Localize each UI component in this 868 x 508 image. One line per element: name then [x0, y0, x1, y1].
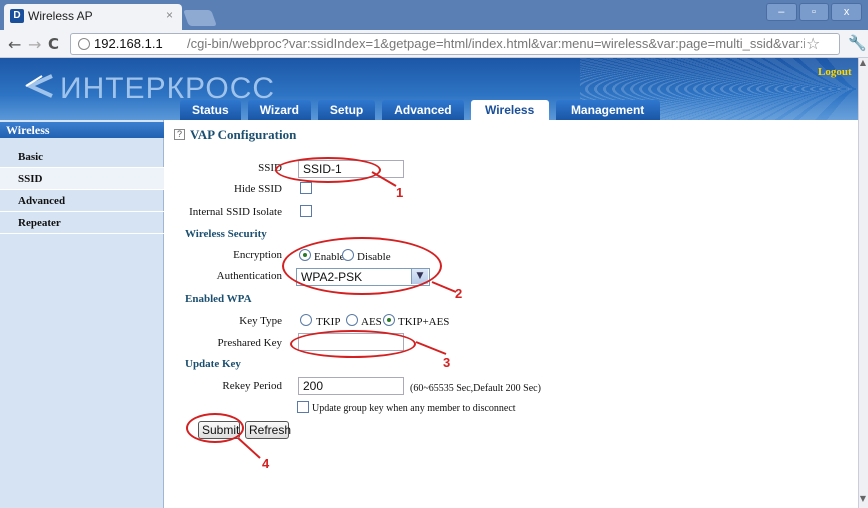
favicon-icon: D — [10, 9, 24, 23]
tab-status[interactable]: Status — [180, 100, 241, 120]
help-icon[interactable]: ? — [174, 129, 185, 140]
tab-advanced[interactable]: Advanced — [382, 100, 464, 120]
page-scrollbar[interactable] — [858, 58, 868, 508]
annotation-number-2: 2 — [455, 286, 463, 301]
keytype-tkip-label: TKIP — [316, 316, 341, 328]
update-group-label: Update group key when any member to disc… — [312, 403, 516, 414]
reload-button[interactable]: C — [48, 35, 59, 53]
forward-button[interactable]: → — [28, 35, 41, 54]
tab-setup[interactable]: Setup — [317, 100, 376, 120]
back-button[interactable]: ← — [8, 35, 21, 54]
scroll-down-icon[interactable]: ▼ — [858, 494, 868, 506]
rekey-note: (60~65535 Sec,Default 200 Sec) — [410, 383, 541, 394]
keytype-aes-radio[interactable] — [346, 314, 358, 326]
keytype-label: Key Type — [239, 315, 282, 327]
keytype-tkip-radio[interactable] — [300, 314, 312, 326]
logo-mark-icon — [25, 74, 53, 98]
rekey-label: Rekey Period — [222, 380, 282, 392]
tab-wizard[interactable]: Wizard — [247, 100, 311, 120]
content-panel — [165, 120, 858, 508]
scroll-up-icon[interactable]: ▲ — [858, 58, 868, 70]
isolate-label: Internal SSID Isolate — [189, 206, 282, 218]
close-window-button[interactable]: x — [831, 3, 863, 21]
sidebar-item-ssid[interactable]: SSID — [0, 168, 164, 190]
hide-ssid-label: Hide SSID — [234, 183, 282, 195]
enabled-wpa-heading: Enabled WPA — [185, 293, 252, 305]
sidebar-item-repeater[interactable]: Repeater — [0, 212, 164, 234]
sidebar-heading: Wireless — [0, 122, 164, 138]
tab-management[interactable]: Management — [555, 100, 660, 120]
main-tabs: Status Wizard Setup Advanced Wireless Managem… — [180, 100, 660, 120]
annotation-ellipse-2 — [282, 237, 442, 295]
keytype-aes-label: AES — [361, 316, 382, 328]
update-key-heading: Update Key — [185, 358, 241, 370]
isolate-checkbox[interactable] — [300, 205, 312, 217]
page-info-icon[interactable] — [78, 38, 90, 50]
update-group-checkbox[interactable] — [297, 401, 309, 413]
tab-wireless[interactable]: Wireless — [470, 100, 549, 120]
wrench-icon[interactable]: 🔧 — [848, 34, 867, 52]
annotation-number-1: 1 — [396, 185, 404, 200]
annotation-ellipse-1 — [275, 157, 381, 183]
annotation-number-4: 4 — [262, 456, 270, 471]
auth-label: Authentication — [216, 270, 282, 282]
url-host: 192.168.1.1 — [94, 36, 163, 51]
tab-title: Wireless AP — [28, 9, 93, 23]
sidebar-item-basic[interactable]: Basic — [0, 146, 164, 168]
tab-close-icon[interactable]: × — [166, 8, 173, 22]
preshared-label: Preshared Key — [217, 337, 282, 349]
new-tab-button[interactable] — [183, 10, 217, 26]
logout-link[interactable]: Logout — [818, 66, 852, 78]
hide-ssid-checkbox[interactable] — [300, 182, 312, 194]
sidebar-item-advanced[interactable]: Advanced — [0, 190, 164, 212]
minimize-button[interactable]: – — [766, 3, 797, 21]
annotation-ellipse-3 — [290, 330, 416, 358]
encryption-label: Encryption — [233, 249, 282, 261]
keytype-tkipaes-radio[interactable] — [383, 314, 395, 326]
bookmark-star-icon[interactable]: ☆ — [806, 34, 820, 53]
ssid-label: SSID — [258, 162, 282, 174]
rekey-input[interactable]: 200 — [298, 377, 404, 395]
window-controls: – ▫ x — [766, 3, 863, 21]
page-title: VAP Configuration — [190, 127, 297, 142]
url-path: /cgi-bin/webproc?var:ssidIndex=1&getpage… — [187, 36, 805, 51]
keytype-tkipaes-label: TKIP+AES — [398, 316, 450, 328]
annotation-number-3: 3 — [443, 355, 451, 370]
maximize-button[interactable]: ▫ — [798, 3, 830, 21]
wireless-security-heading: Wireless Security — [185, 228, 267, 240]
